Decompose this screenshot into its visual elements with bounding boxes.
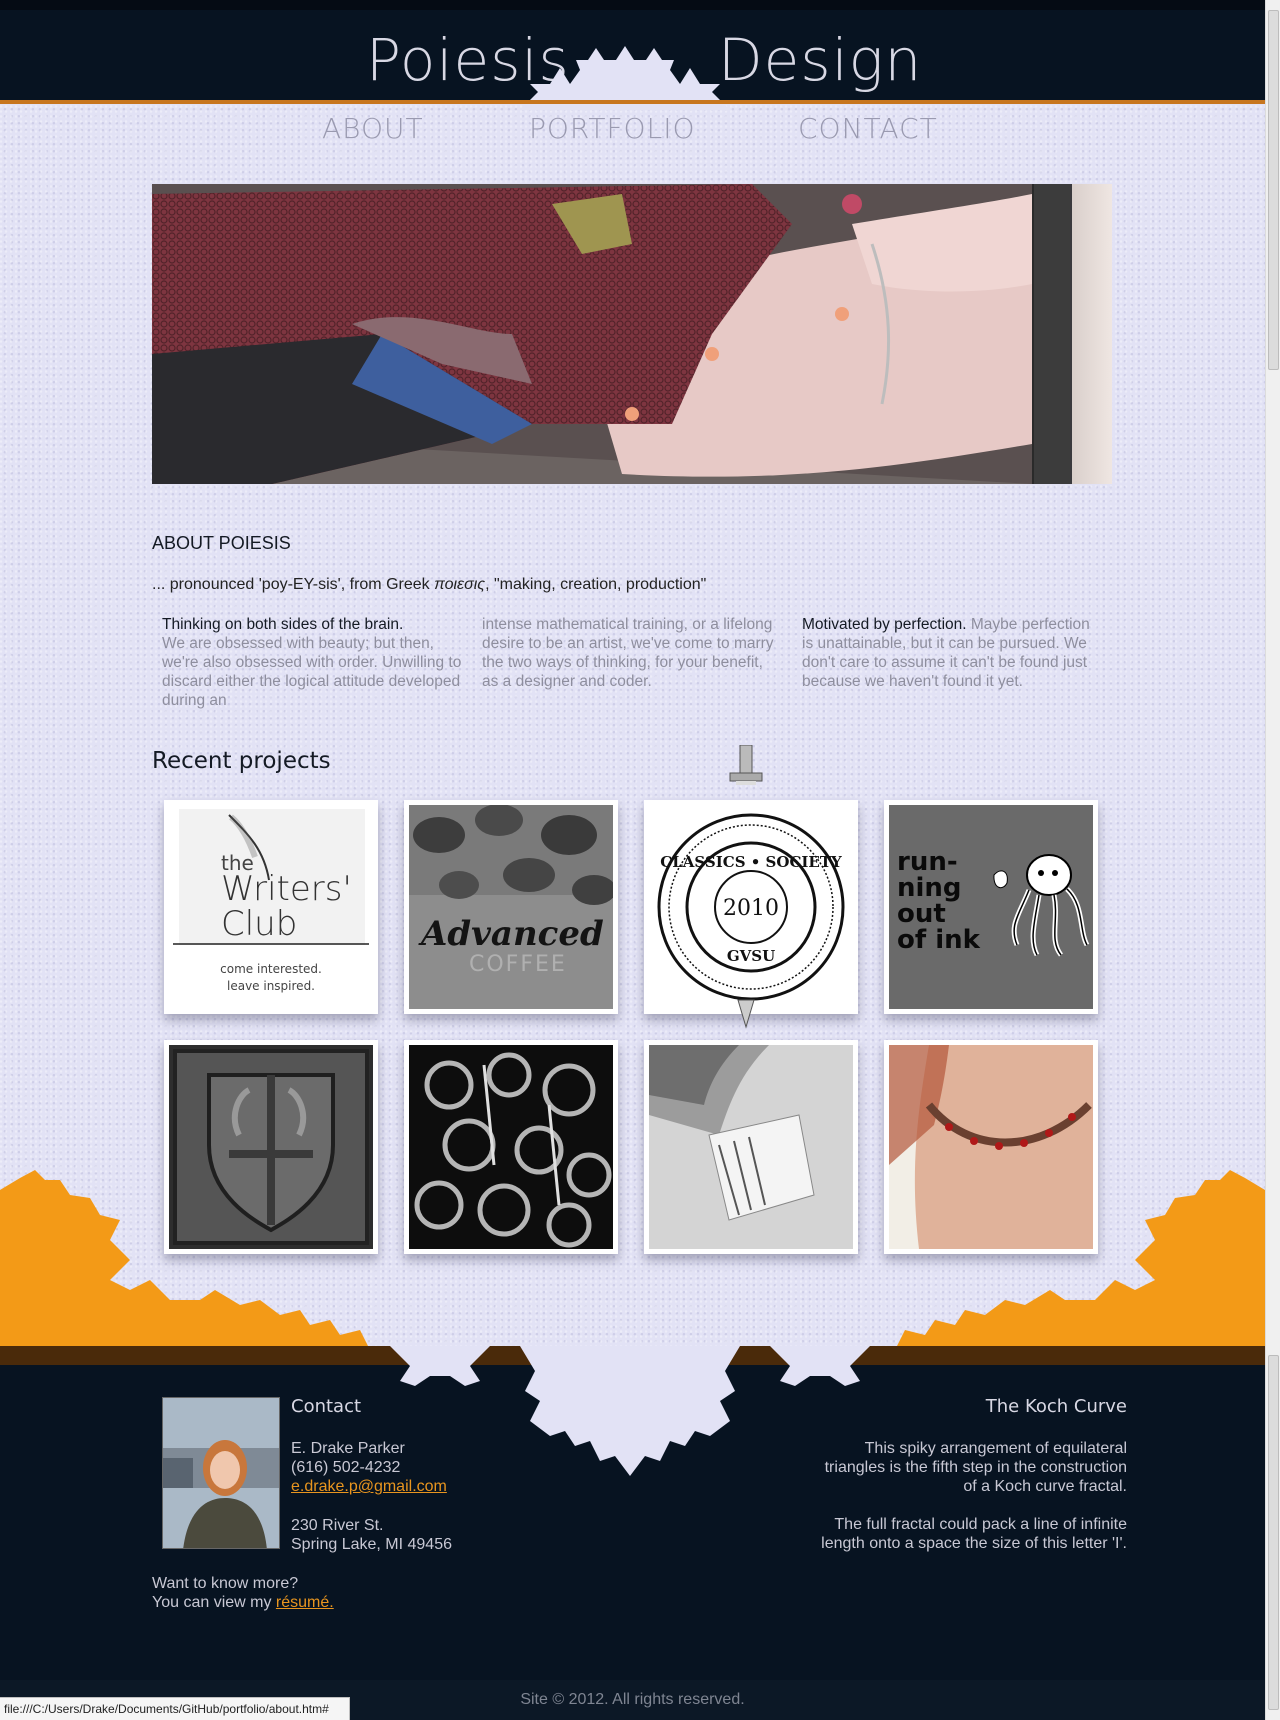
more-info-text: You can view my bbox=[152, 1594, 276, 1611]
contact-address-2: Spring Lake, MI 49456 bbox=[291, 1536, 452, 1553]
projects-heading: Recent projects bbox=[152, 748, 331, 774]
coffee-coffee-text: COFFEE bbox=[469, 952, 567, 977]
writers-club-tagline-1: come interested. bbox=[220, 962, 322, 976]
avatar bbox=[162, 1397, 280, 1549]
project-thumb-advanced-coffee[interactable]: Advanced COFFEE bbox=[404, 800, 618, 1014]
contact-heading: Contact bbox=[291, 1396, 362, 1417]
ink-line-4: of ink bbox=[897, 925, 981, 955]
pronunciation-suffix: , "making, creation, production" bbox=[485, 576, 707, 593]
koch-paragraph-2: The full fractal could pack a line of in… bbox=[821, 1516, 1127, 1552]
about-heading: ABOUT POIESIS bbox=[152, 533, 291, 553]
project-thumb-running-out-of-ink[interactable]: run- ning out of ink bbox=[884, 800, 1098, 1014]
nav-link-contact[interactable]: CONTACT bbox=[798, 112, 938, 145]
about-column-2: intense mathematical training, or a life… bbox=[482, 615, 782, 691]
project-thumb-bookbinding[interactable] bbox=[644, 1040, 858, 1254]
greek-word: ποιεσις bbox=[434, 576, 486, 593]
chainmaille-photo bbox=[409, 1045, 613, 1249]
project-thumb-necklace[interactable] bbox=[884, 1040, 1098, 1254]
vertical-scrollbar[interactable] bbox=[1265, 0, 1280, 1720]
writers-club-logo: the Writers' Club come interested. leave… bbox=[173, 809, 369, 993]
header-divider bbox=[0, 100, 1265, 104]
scrollbar-thumb[interactable] bbox=[1268, 10, 1279, 370]
more-info-line-2: You can view my résumé. bbox=[152, 1593, 334, 1612]
contact-address-1: 230 River St. bbox=[291, 1517, 384, 1534]
next-slide-preview[interactable] bbox=[1072, 184, 1112, 484]
pronunciation-prefix: ... pronounced 'poy-EY-sis', from Greek bbox=[152, 576, 435, 593]
chainmaille-glove-photo bbox=[152, 184, 1032, 484]
contact-name: E. Drake Parker bbox=[291, 1440, 405, 1457]
writers-club-writers: Writers' bbox=[221, 869, 352, 909]
writers-club-tagline-2: leave inspired. bbox=[227, 979, 315, 993]
writers-club-club: Club bbox=[221, 904, 297, 944]
scrollbar-track-segment[interactable] bbox=[1268, 1355, 1279, 1710]
pronunciation-line: ... pronounced 'poy-EY-sis', from Greek … bbox=[152, 576, 706, 594]
hero-slider[interactable] bbox=[152, 184, 1112, 484]
project-thumb-writers-club[interactable]: the Writers' Club come interested. leave… bbox=[164, 800, 378, 1014]
shield-emblem-photo bbox=[169, 1045, 373, 1249]
project-thumb-chainmaille[interactable] bbox=[404, 1040, 618, 1254]
site-header: Poiesis Design bbox=[0, 0, 1265, 110]
koch-description: This spiky arrangement of equilateral tr… bbox=[807, 1439, 1127, 1553]
brand-word-design[interactable]: Design bbox=[718, 26, 922, 94]
column-lead: Thinking on both sides of the brain. bbox=[162, 616, 404, 633]
nav-link-about[interactable]: ABOUT bbox=[322, 112, 424, 145]
about-column-3: Motivated by perfection. Maybe perfectio… bbox=[802, 615, 1098, 691]
column-lead: Motivated by perfection. bbox=[802, 616, 967, 633]
column-text: We are obsessed with beauty; but then, w… bbox=[162, 635, 462, 709]
sword-icon bbox=[729, 745, 763, 1029]
koch-paragraph-1: This spiky arrangement of equilateral tr… bbox=[824, 1440, 1127, 1495]
about-column-1: Thinking on both sides of the brain. We … bbox=[162, 615, 462, 710]
resume-link[interactable]: résumé. bbox=[276, 1594, 334, 1611]
koch-curve-icon bbox=[390, 1346, 870, 1476]
advanced-coffee-logo: Advanced COFFEE bbox=[409, 805, 613, 1009]
koch-heading: The Koch Curve bbox=[985, 1396, 1127, 1417]
contact-phone: (616) 502-4232 bbox=[291, 1459, 401, 1476]
running-out-of-ink-logo: run- ning out of ink bbox=[889, 805, 1093, 1009]
coffee-advanced-text: Advanced bbox=[418, 914, 604, 954]
nav-link-portfolio[interactable]: PORTFOLIO bbox=[529, 112, 696, 145]
necklace-photo bbox=[889, 1045, 1093, 1249]
main-nav: ABOUT PORTFOLIO CONTACT bbox=[0, 112, 1265, 152]
browser-status-bar: file:///C:/Users/Drake/Documents/GitHub/… bbox=[0, 1697, 350, 1720]
bookbinding-photo bbox=[649, 1045, 853, 1249]
profile-photo bbox=[163, 1398, 279, 1548]
more-info-line-1: Want to know more? bbox=[152, 1575, 299, 1592]
contact-email-link[interactable]: e.drake.p@gmail.com bbox=[291, 1477, 447, 1496]
column-text: intense mathematical training, or a life… bbox=[482, 616, 774, 690]
project-thumb-shield-emblem[interactable] bbox=[164, 1040, 378, 1254]
slider-separator bbox=[1032, 184, 1070, 484]
